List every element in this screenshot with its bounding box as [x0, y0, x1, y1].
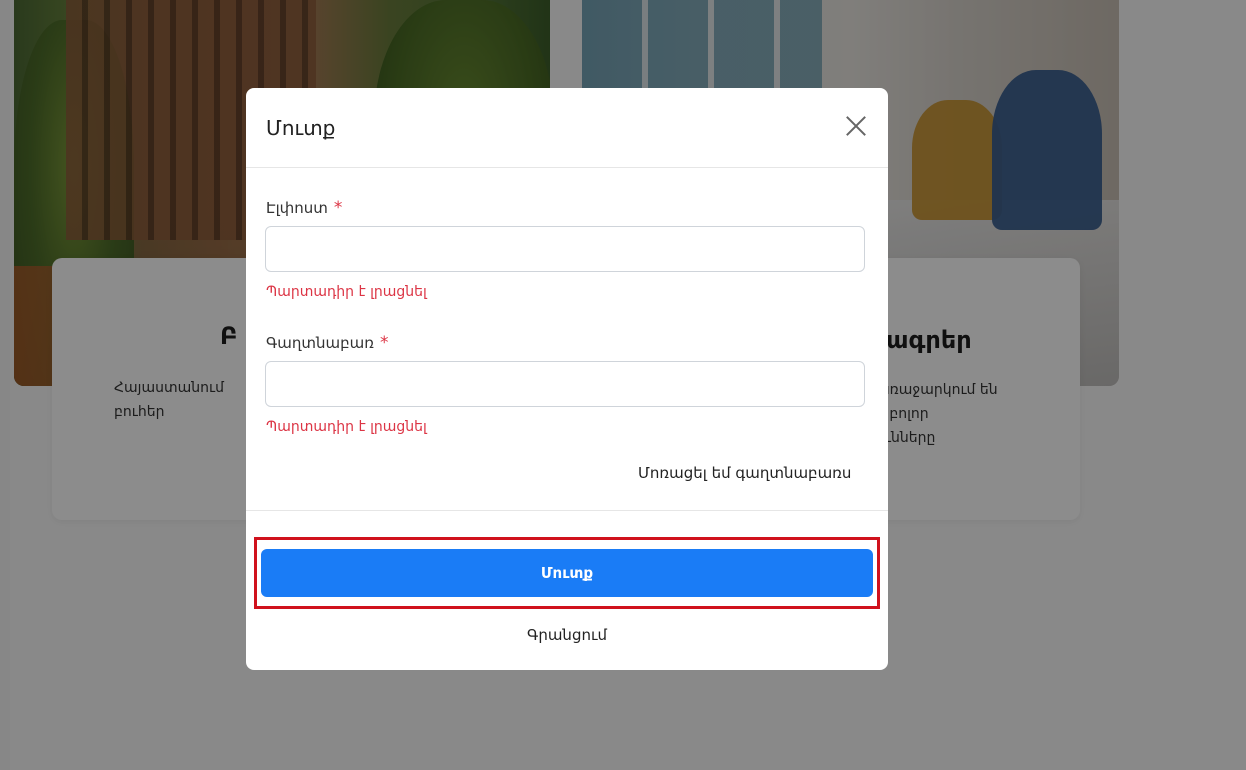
forgot-password-link[interactable]: Մոռացել եմ գաղտնաբառս [638, 464, 851, 482]
required-mark: * [380, 333, 389, 353]
modal-title: Մուտք [266, 116, 336, 140]
modal-header: Մուտք [246, 88, 888, 168]
email-field[interactable] [265, 226, 865, 272]
email-error: Պարտադիր է լրացնել [266, 284, 427, 300]
modal-divider [246, 510, 888, 511]
password-error: Պարտադիր է լրացնել [266, 419, 427, 435]
login-modal: Մուտք Էլփոստ * Պարտադիր է լրացնել Գաղտնաբ… [246, 88, 888, 670]
password-label: Գաղտնաբառ * [266, 333, 389, 353]
password-field[interactable] [265, 361, 865, 407]
required-mark: * [333, 198, 343, 218]
email-label: Էլփոստ * [266, 198, 342, 218]
login-submit-button[interactable]: Մուտք [261, 549, 873, 597]
close-icon[interactable] [842, 112, 870, 140]
password-label-text: Գաղտնաբառ [266, 334, 374, 352]
email-label-text: Էլփոստ [266, 199, 328, 217]
register-link[interactable]: Գրանցում [246, 626, 888, 644]
